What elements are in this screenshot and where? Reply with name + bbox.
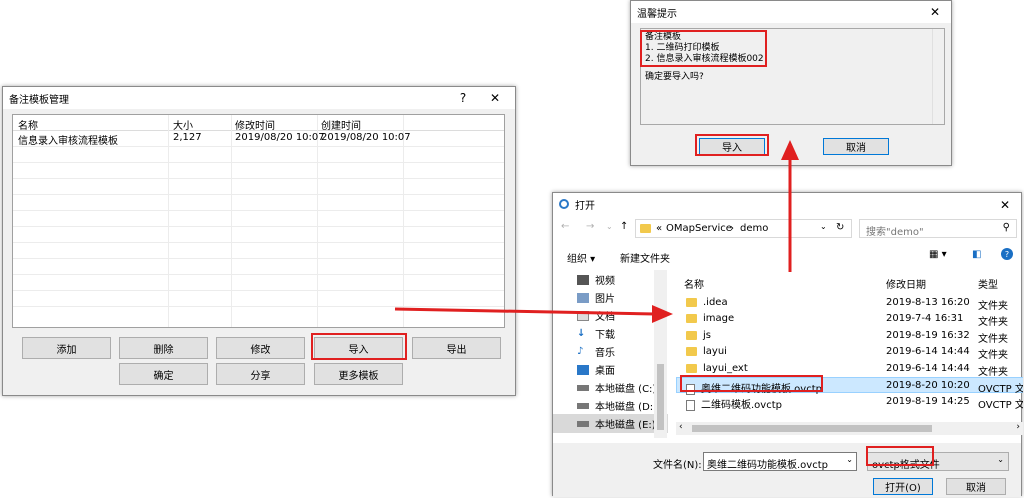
annotation-arrows — [394, 140, 799, 323]
arrow-head-up — [781, 140, 799, 160]
arrow-head-right — [652, 305, 673, 323]
arrow-import-to-open-dialog — [394, 307, 656, 316]
